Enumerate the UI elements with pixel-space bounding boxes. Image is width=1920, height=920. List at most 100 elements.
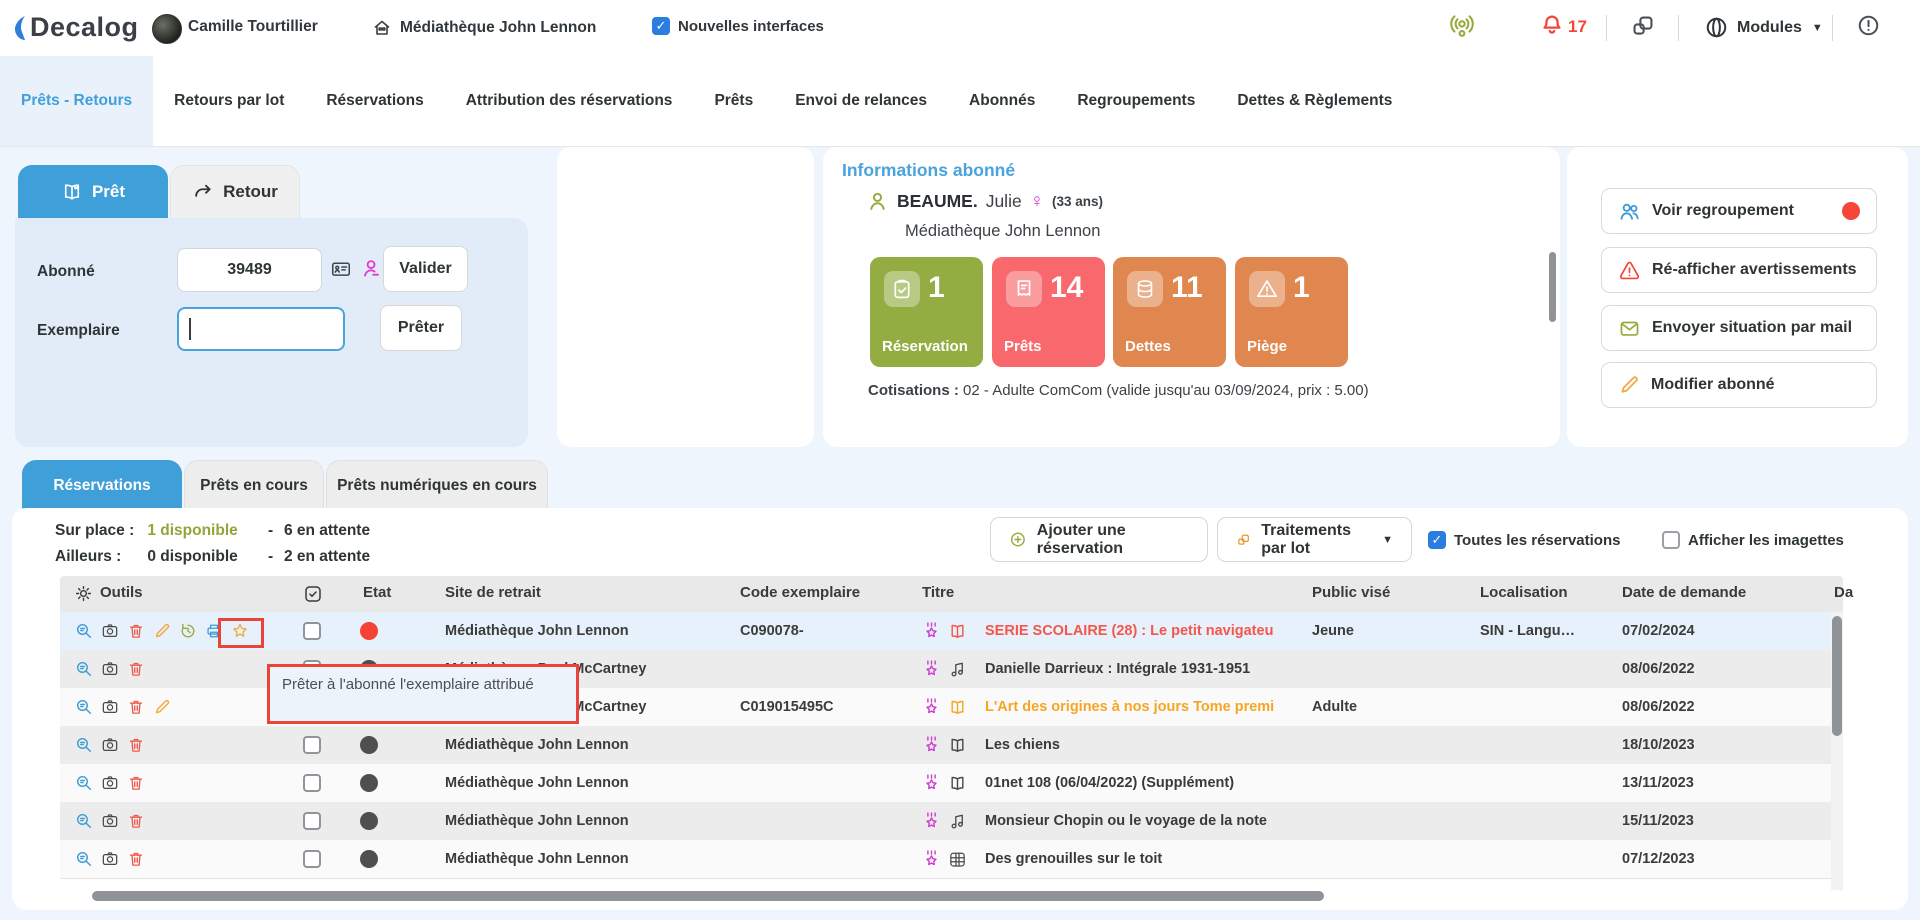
tool-trash-icon[interactable]	[127, 774, 145, 792]
stat-card-piège[interactable]: 1 Piège	[1235, 257, 1348, 367]
tool-search-icon[interactable]	[75, 698, 93, 716]
abonne-input[interactable]: 39489	[177, 248, 322, 292]
tool-trash-icon[interactable]	[127, 622, 145, 640]
cell-title[interactable]: Des grenouilles sur le toit	[985, 840, 1320, 878]
linked-records-icon[interactable]	[1630, 13, 1656, 39]
nav-item-5[interactable]: Envoi de relances	[774, 56, 948, 146]
stat-card-dettes[interactable]: 11 Dettes	[1113, 257, 1226, 367]
table-row[interactable]: Médiathèque John Lennon Monsieur Chopin …	[60, 802, 1831, 841]
row-checkbox[interactable]	[303, 812, 321, 830]
filter-checkbox[interactable]: ✓	[1428, 531, 1446, 549]
tool-camera-icon[interactable]	[101, 622, 119, 640]
summary-attente: 6 en attente	[284, 522, 370, 539]
summary-attente: 2 en attente	[284, 548, 370, 565]
row-checkbox[interactable]	[303, 774, 321, 792]
col-localisation: Localisation	[1480, 584, 1568, 601]
tool-search-icon[interactable]	[75, 850, 93, 868]
nav-item-4[interactable]: Prêts	[693, 56, 774, 146]
row-tools	[75, 650, 145, 688]
tool-history-icon[interactable]	[179, 622, 197, 640]
tool-search-icon[interactable]	[75, 812, 93, 830]
res-tab-0[interactable]: Réservations	[22, 460, 182, 512]
notification-count-badge[interactable]: 17	[1568, 17, 1587, 37]
tab-pret[interactable]: Prêt	[18, 165, 168, 219]
info-icon[interactable]	[1856, 13, 1881, 38]
etat-dot	[360, 612, 378, 650]
reservation-star-icon	[922, 736, 941, 755]
user-avatar[interactable]	[152, 14, 182, 44]
table-row[interactable]: Médiathèque John Lennon 01net 108 (06/04…	[60, 764, 1831, 803]
stat-value: 1	[1293, 271, 1310, 305]
batch-actions-button[interactable]: Traitements par lot ▼	[1217, 517, 1412, 562]
cell-title[interactable]: Les chiens	[985, 726, 1320, 764]
tool-trash-icon[interactable]	[127, 736, 145, 754]
tool-search-icon[interactable]	[75, 774, 93, 792]
stat-card-prêts[interactable]: 14 Prêts	[992, 257, 1105, 367]
tab-retour[interactable]: Retour	[170, 165, 300, 219]
tool-pencil-icon[interactable]	[153, 698, 171, 716]
tool-camera-icon[interactable]	[101, 812, 119, 830]
cell-title[interactable]: L'Art des origines à nos jours Tome prem…	[985, 688, 1320, 726]
nav-item-8[interactable]: Dettes & Règlements	[1216, 56, 1413, 146]
tool-camera-icon[interactable]	[101, 660, 119, 678]
tool-trash-icon[interactable]	[127, 698, 145, 716]
table-vertical-scrollbar-thumb[interactable]	[1832, 616, 1842, 736]
rfid-reader-icon[interactable]	[1448, 12, 1476, 40]
stat-card-réservation[interactable]: 1 Réservation	[870, 257, 983, 367]
action-button-0[interactable]: Voir regroupement	[1601, 188, 1877, 234]
person-minus-icon[interactable]	[359, 257, 382, 280]
notifications-bell-icon[interactable]	[1540, 13, 1564, 37]
nav-item-3[interactable]: Attribution des réservations	[445, 56, 694, 146]
cell-title[interactable]: 01net 108 (06/04/2022) (Supplément)	[985, 764, 1320, 802]
add-reservation-button[interactable]: Ajouter une réservation	[990, 517, 1208, 562]
nav-item-1[interactable]: Retours par lot	[153, 56, 305, 146]
tool-trash-icon[interactable]	[127, 850, 145, 868]
action-button-1[interactable]: Ré-afficher avertissements	[1601, 247, 1877, 293]
gear-icon[interactable]	[74, 584, 93, 603]
select-all-icon[interactable]	[303, 584, 323, 604]
tool-camera-icon[interactable]	[101, 850, 119, 868]
nav-item-6[interactable]: Abonnés	[948, 56, 1056, 146]
tool-search-icon[interactable]	[75, 660, 93, 678]
tool-pencil-icon[interactable]	[153, 622, 171, 640]
table-row[interactable]: Médiathèque John Lennon Les chiens 18/10…	[60, 726, 1831, 765]
valider-button[interactable]: Valider	[383, 246, 468, 292]
cell-title[interactable]: Monsieur Chopin ou le voyage de la note	[985, 802, 1320, 840]
tool-trash-icon[interactable]	[127, 812, 145, 830]
nav-item-7[interactable]: Regroupements	[1056, 56, 1216, 146]
cell-title[interactable]: SERIE SCOLAIRE (28) : Le petit navigateu	[985, 612, 1320, 650]
action-label: Ré-afficher avertissements	[1652, 261, 1857, 279]
table-row[interactable]: Médiathèque John Lennon Des grenouilles …	[60, 840, 1831, 879]
mail-icon	[1618, 317, 1641, 340]
modules-menu[interactable]: Modules ▼	[1704, 15, 1823, 40]
res-tab-2[interactable]: Prêts numériques en cours	[326, 460, 548, 512]
res-tab-1[interactable]: Prêts en cours	[184, 460, 324, 512]
tool-search-icon[interactable]	[75, 622, 93, 640]
table-horizontal-scrollbar-thumb[interactable]	[92, 891, 1324, 901]
filter-1[interactable]: Afficher les imagettes	[1662, 531, 1844, 549]
row-checkbox[interactable]	[303, 736, 321, 754]
tool-trash-icon[interactable]	[127, 660, 145, 678]
action-button-3[interactable]: Modifier abonné	[1601, 362, 1877, 408]
table-row[interactable]: Médiathèque John Lennon C090078- SERIE S…	[60, 612, 1831, 651]
tool-camera-icon[interactable]	[101, 698, 119, 716]
tool-search-icon[interactable]	[75, 736, 93, 754]
filter-checkbox[interactable]	[1662, 531, 1680, 549]
preter-button[interactable]: Prêter	[380, 305, 462, 351]
filter-0[interactable]: ✓ Toutes les réservations	[1428, 531, 1620, 549]
nav-item-0[interactable]: Prêts - Retours	[0, 56, 153, 146]
nav-item-2[interactable]: Réservations	[305, 56, 444, 146]
action-button-2[interactable]: Envoyer situation par mail	[1601, 305, 1877, 351]
new-interfaces-checkbox[interactable]: ✓	[652, 17, 670, 35]
reservation-star-icon	[922, 850, 941, 869]
exemplaire-input[interactable]	[177, 307, 345, 351]
info-panel-scrollbar[interactable]	[1549, 252, 1556, 322]
tool-camera-icon[interactable]	[101, 736, 119, 754]
stat-value: 1	[928, 271, 945, 305]
tool-camera-icon[interactable]	[101, 774, 119, 792]
id-card-icon[interactable]	[330, 258, 352, 280]
row-checkbox[interactable]	[303, 850, 321, 868]
new-interfaces-toggle[interactable]: ✓ Nouvelles interfaces	[652, 17, 824, 35]
cell-title[interactable]: Danielle Darrieux : Intégrale 1931-1951	[985, 650, 1320, 688]
row-checkbox[interactable]	[303, 622, 321, 640]
